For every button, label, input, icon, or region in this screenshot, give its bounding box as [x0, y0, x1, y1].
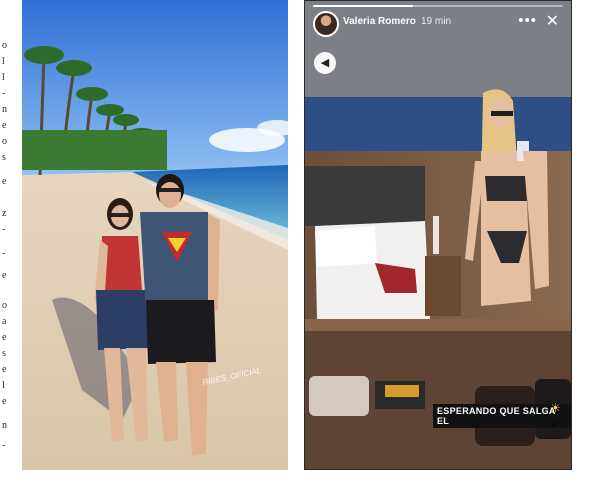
avatar[interactable] — [313, 11, 339, 37]
story-username[interactable]: Valeria Romero — [343, 16, 416, 27]
margin-char: e — [2, 332, 7, 343]
margin-char: o — [2, 300, 7, 311]
story-progress-bar — [305, 5, 571, 8]
mirror-selfie-photo — [305, 1, 571, 469]
margin-char: o — [2, 40, 7, 51]
close-icon[interactable]: ✕ — [546, 11, 559, 31]
margin-char: n — [2, 420, 7, 431]
story-right[interactable]: Valeria Romero 19 min ••• ✕ ◀ ESPERANDO … — [304, 0, 572, 470]
margin-char: e — [2, 364, 7, 375]
story-timestamp: 19 min — [421, 16, 452, 27]
margin-char: a — [2, 316, 7, 327]
story-left[interactable]: RIBES_OFICIAL — [22, 0, 288, 470]
margin-char: n — [2, 104, 7, 115]
margin-char: e — [2, 270, 7, 281]
margin-char: s — [2, 348, 6, 359]
speaker-muted-icon[interactable]: ◀ — [314, 52, 336, 74]
margin-char: - — [2, 88, 6, 99]
story-header: Valeria Romero 19 min ••• ✕ — [313, 11, 563, 37]
margin-char: - — [2, 224, 6, 235]
margin-char: - — [2, 440, 6, 451]
progress-track — [313, 5, 563, 7]
margin-char: l — [2, 380, 5, 391]
margin-char: o — [2, 136, 7, 147]
progress-fill — [313, 5, 413, 7]
margin-char: z — [2, 208, 7, 219]
sun-emoji-icon: ☀ — [550, 401, 561, 415]
margin-char: e — [2, 396, 7, 407]
margin-text-column: o l l - n e o s e z - - e o a e s e l e … — [0, 0, 20, 480]
more-horizontal-icon[interactable]: ••• — [518, 12, 537, 29]
margin-char: e — [2, 120, 7, 131]
margin-char: e — [2, 176, 7, 187]
margin-char: - — [2, 248, 6, 259]
beach-photo — [22, 0, 288, 470]
smile-emoji-icon: ☺ — [549, 417, 561, 429]
margin-char: l — [2, 56, 5, 67]
margin-char: l — [2, 72, 5, 83]
margin-char: s — [2, 152, 6, 163]
